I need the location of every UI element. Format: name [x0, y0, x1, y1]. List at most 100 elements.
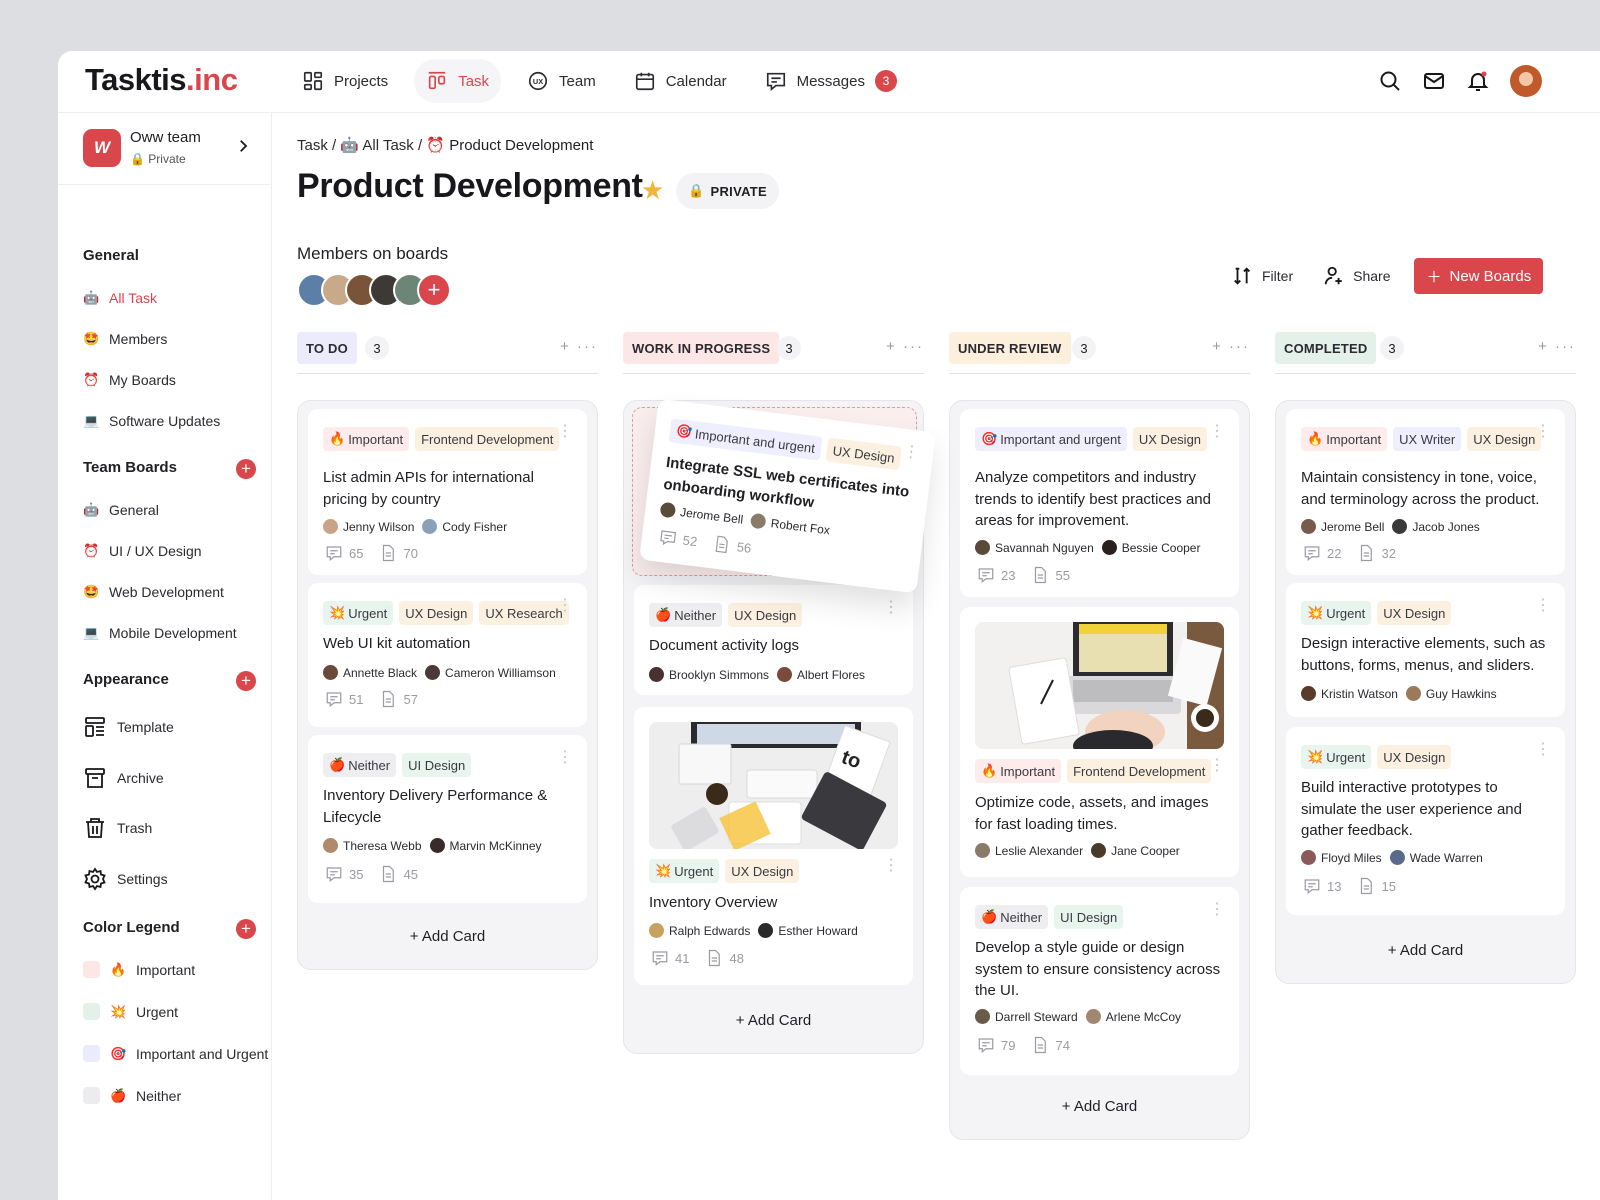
task-card[interactable]: 🎯 Important and urgent UX Design ⋮ Analyze…: [960, 409, 1239, 597]
column-tools[interactable]: + ···: [886, 338, 924, 355]
sidebar-item-software-updates[interactable]: 💻 Software Updates: [83, 413, 220, 429]
tag-label: Neither: [348, 757, 391, 773]
more-icon[interactable]: ⋮: [1209, 424, 1225, 440]
new-boards-button[interactable]: ＋ New Boards: [1414, 258, 1544, 294]
file-count[interactable]: 48: [705, 949, 744, 967]
file-count[interactable]: 55: [1031, 566, 1070, 584]
add-card-button[interactable]: + Add Card: [1276, 942, 1575, 959]
comment-count[interactable]: 79: [977, 1036, 1015, 1054]
file-count[interactable]: 32: [1357, 544, 1396, 562]
more-icon[interactable]: ⋮: [557, 424, 573, 440]
chevron-right-icon[interactable]: [234, 137, 252, 155]
file-count[interactable]: 15: [1357, 877, 1396, 895]
assignee-name: Kristin Watson: [1321, 687, 1398, 701]
sidebar-item-settings[interactable]: Settings: [83, 867, 168, 891]
add-member-button[interactable]: +: [417, 273, 451, 307]
more-icon[interactable]: ⋮: [557, 598, 573, 614]
task-card[interactable]: 💥 Urgent UX Design UX Research ⋮ Web UI kit…: [308, 583, 587, 727]
add-legend-button[interactable]: +: [236, 919, 256, 939]
search-icon[interactable]: [1378, 69, 1402, 93]
task-card[interactable]: 🔥 Important Frontend Development ⋮ Optimiz…: [960, 607, 1239, 877]
sidebar-item-ui-ux-design[interactable]: ⏰ UI / UX Design: [83, 543, 202, 559]
app-logo[interactable]: Tasktis.inc: [85, 62, 238, 98]
task-card[interactable]: 💥 Urgent UX Design ⋮ Build interactive pro…: [1286, 727, 1565, 915]
file-count[interactable]: 70: [379, 544, 418, 562]
comment-count[interactable]: 52: [658, 528, 698, 551]
task-card[interactable]: to 💥 Urgent UX Design ⋮ Inventory Overview…: [634, 707, 913, 985]
team-switcher[interactable]: W Oww team 🔒 Private: [58, 113, 272, 185]
task-card[interactable]: 🍎 Neither UI Design ⋮ Inventory Delivery P…: [308, 735, 587, 903]
add-card-button[interactable]: + Add Card: [298, 928, 597, 945]
more-icon[interactable]: ⋮: [883, 858, 899, 874]
file-count[interactable]: 57: [379, 690, 418, 708]
calendar-icon: [635, 72, 654, 91]
sidebar-item-mobile-development[interactable]: 💻 Mobile Development: [83, 625, 237, 641]
avatar: [758, 923, 774, 938]
card-title: Analyze competitors and industry trends …: [975, 469, 1211, 529]
sidebar-item-archive[interactable]: Archive: [83, 766, 164, 790]
more-icon[interactable]: ⋮: [557, 750, 573, 766]
legend-neither: 🍎 Neither: [83, 1087, 181, 1104]
comment-icon: [978, 1038, 994, 1053]
bell-icon[interactable]: [1466, 69, 1490, 93]
sidebar-item-general[interactable]: 🤖 General: [83, 502, 159, 518]
more-icon[interactable]: ⋮: [883, 600, 899, 616]
more-icon[interactable]: ⋮: [1535, 424, 1551, 440]
tag-neither: 🍎 Neither: [975, 905, 1049, 929]
file-count[interactable]: 74: [1031, 1036, 1070, 1054]
comment-count[interactable]: 22: [1303, 544, 1341, 562]
column-tools[interactable]: + ···: [560, 338, 598, 355]
more-icon[interactable]: ⋮: [1535, 742, 1551, 758]
mail-icon[interactable]: [1422, 69, 1446, 93]
sidebar-item-trash[interactable]: Trash: [83, 816, 152, 840]
share-button[interactable]: Share: [1317, 257, 1396, 295]
user-avatar[interactable]: [1510, 65, 1542, 97]
nav-task[interactable]: Task: [414, 59, 502, 103]
card-assignees: Floyd Miles Wade Warren: [1301, 850, 1483, 865]
privacy-badge[interactable]: 🔒 PRIVATE: [676, 173, 780, 209]
add-card-button[interactable]: + Add Card: [624, 1012, 923, 1029]
comment-count[interactable]: 41: [651, 949, 689, 967]
comment-count[interactable]: 35: [325, 865, 363, 883]
breadcrumb-task[interactable]: Task: [297, 137, 328, 154]
nav-projects[interactable]: Projects: [290, 59, 400, 103]
add-team-board-button[interactable]: +: [236, 459, 256, 479]
add-appearance-button[interactable]: +: [236, 671, 256, 691]
nav-team[interactable]: UX Team: [515, 59, 608, 103]
more-icon[interactable]: ⋮: [1209, 758, 1225, 774]
comment-count[interactable]: 51: [325, 690, 363, 708]
task-card[interactable]: 💥 Urgent UX Design ⋮ Design interactive el…: [1286, 583, 1565, 717]
tag-label: Important: [348, 431, 404, 447]
file-count[interactable]: 45: [379, 865, 418, 883]
sidebar-item-all-task[interactable]: 🤖 All Task: [83, 290, 157, 306]
sidebar-item-my-boards[interactable]: ⏰ My Boards: [83, 372, 176, 388]
nav-calendar[interactable]: Calendar: [622, 59, 739, 103]
more-icon[interactable]: ⋮: [1209, 902, 1225, 918]
task-card[interactable]: 🔥 Important Frontend Development ⋮ List ad…: [308, 409, 587, 575]
comment-count[interactable]: 65: [325, 544, 363, 562]
sidebar-item-members[interactable]: 🤩 Members: [83, 331, 167, 347]
more-icon[interactable]: ⋮: [1535, 598, 1551, 614]
task-card[interactable]: 🍎 Neither UX Design ⋮ Document activity lo…: [634, 585, 913, 695]
breadcrumb-current: Product Development: [449, 137, 594, 154]
star-icon[interactable]: ★: [641, 175, 664, 206]
column-tools[interactable]: + ···: [1538, 338, 1576, 355]
fire-icon: 🔥: [110, 961, 127, 977]
dragged-task-card[interactable]: 🎯 Important and urgent UX Design ⋮ Integra…: [639, 398, 936, 594]
card-stats: 65 70: [325, 544, 424, 562]
more-icon[interactable]: ⋮: [902, 443, 920, 462]
comment-count[interactable]: 13: [1303, 877, 1341, 895]
task-card[interactable]: 🍎 Neither UI Design ⋮ Develop a style guid…: [960, 887, 1239, 1075]
file-count[interactable]: 56: [712, 534, 752, 557]
column-tools[interactable]: + ···: [1212, 338, 1250, 355]
privacy-label: PRIVATE: [710, 183, 768, 199]
nav-messages[interactable]: Messages 3: [753, 59, 909, 103]
sidebar-item-web-development[interactable]: 🤩 Web Development: [83, 584, 224, 600]
task-card[interactable]: 🔥 Important UX Writer UX Design ⋮ Maintain …: [1286, 409, 1565, 575]
tag-category: UX Design: [399, 601, 474, 625]
comment-count[interactable]: 23: [977, 566, 1015, 584]
breadcrumb-all-task[interactable]: All Task: [362, 137, 413, 154]
filter-button[interactable]: Filter: [1226, 257, 1299, 295]
add-card-button[interactable]: + Add Card: [950, 1098, 1249, 1115]
sidebar-item-template[interactable]: Template: [83, 715, 174, 739]
